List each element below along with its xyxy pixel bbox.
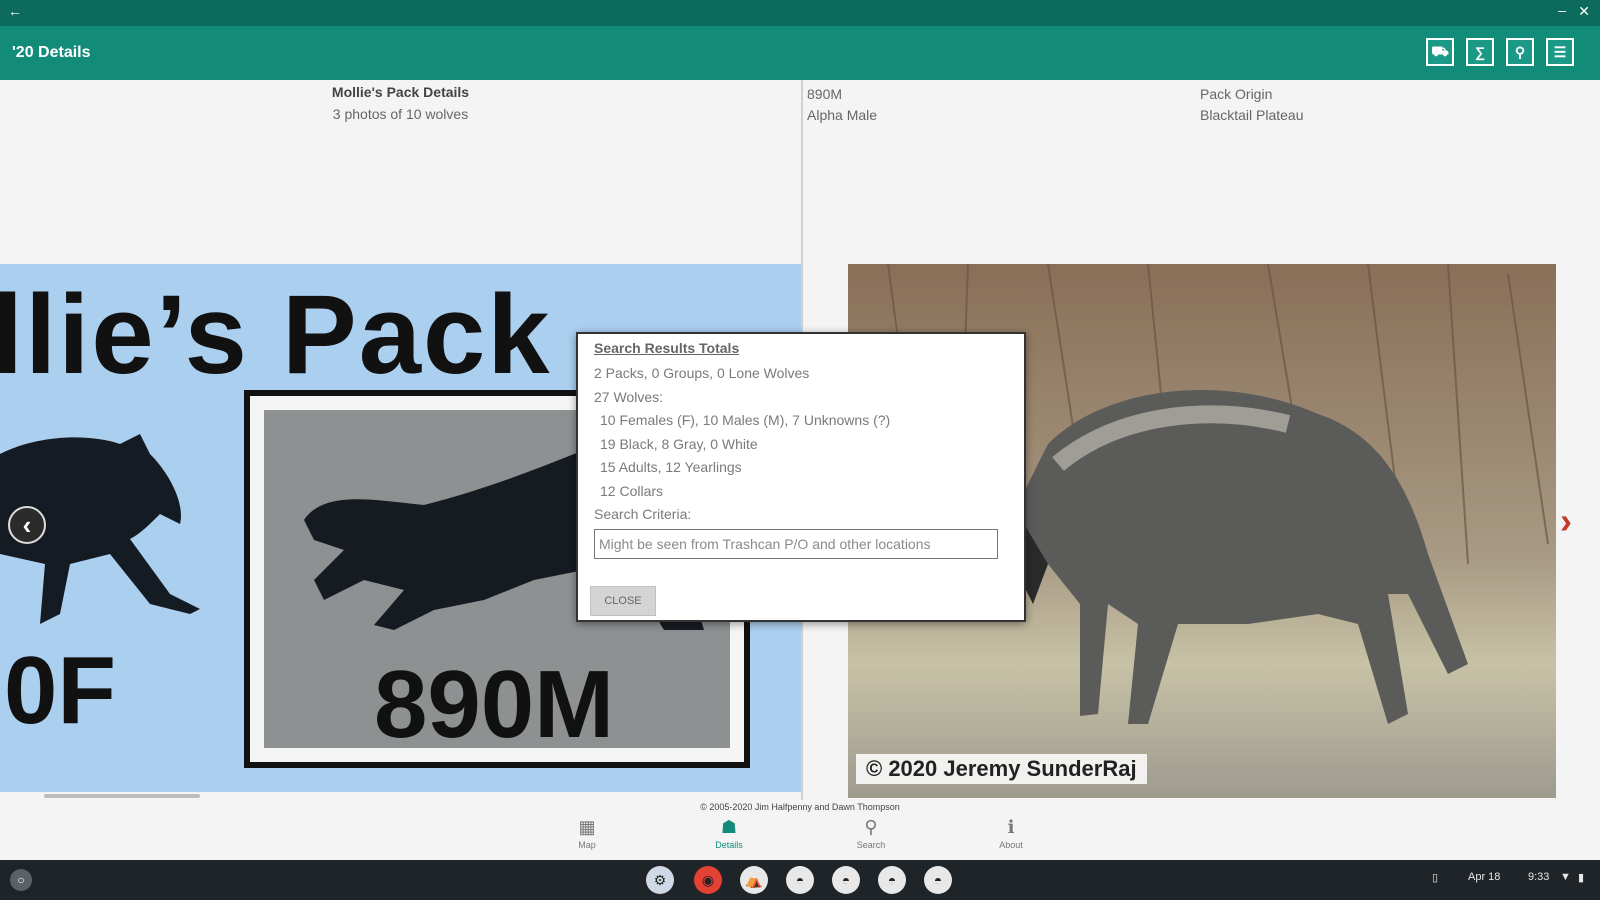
wolf-info: 890M Alpha Male [807, 84, 877, 126]
nav-about-label: About [999, 840, 1023, 850]
dialog-line-sex: 10 Females (F), 10 Males (M), 7 Unknowns… [600, 412, 891, 428]
nav-search[interactable]: ⚲ Search [836, 816, 906, 850]
time-tray[interactable]: 9:33 [1528, 871, 1549, 883]
sum-tool-icon[interactable]: ∑ [1466, 38, 1494, 66]
next-photo-icon[interactable]: › [1560, 500, 1572, 542]
nav-about[interactable]: ℹ About [976, 816, 1046, 850]
app-bar: '20 Details ⛟ ∑ ⚲ ☰ [0, 26, 1600, 80]
back-arrow-icon[interactable]: ← [8, 3, 22, 19]
pack-origin-label: Pack Origin [1200, 86, 1273, 102]
search-icon: ⚲ [864, 817, 878, 837]
app-window: ← – ✕ '20 Details ⛟ ∑ ⚲ ☰ Mollie's Pack … [0, 0, 1600, 900]
window-title-strip: ← – ✕ [0, 0, 1600, 26]
nav-map-label: Map [578, 840, 596, 850]
pack-title: Mollie's Pack Details [331, 84, 470, 100]
map-tool-icon[interactable]: ⛟ [1426, 38, 1454, 66]
details-icon: ☗ [720, 817, 738, 837]
pack-origin: Pack Origin Blacktail Plateau [1200, 84, 1304, 126]
dialog-criteria-label: Search Criteria: [594, 506, 692, 522]
close-button[interactable]: CLOSE [590, 586, 656, 616]
chrome-app-icon[interactable]: ◉ [694, 866, 722, 894]
partial-code-graphic: 0F [4, 637, 117, 744]
map-icon: ▦ [578, 817, 596, 837]
battery-icon: ▮ [1578, 872, 1585, 884]
dialog-line-wolves: 27 Wolves: [594, 388, 663, 405]
dialog-line-color: 19 Black, 8 Gray, 0 White [600, 435, 758, 452]
wolf-role: Alpha Male [807, 107, 878, 123]
pack-header: Mollie's Pack Details 3 photos of 10 wol… [0, 80, 801, 122]
search-criteria-field[interactable] [594, 528, 998, 559]
launcher-icon[interactable]: ○ [10, 869, 32, 891]
dialog-line-packs: 2 Packs, 0 Groups, 0 Lone Wolves [594, 365, 810, 381]
pack-subtitle: 3 photos of 10 wolves [332, 106, 469, 122]
page-title: '20 Details [12, 44, 91, 61]
nav-map[interactable]: ▦ Map [552, 816, 622, 850]
dialog-line-age: 15 Adults, 12 Yearlings [600, 459, 742, 475]
search-results-dialog: Search Results Totals 2 Packs, 0 Groups,… [576, 332, 1026, 622]
search-tool-icon[interactable]: ⚲ [1506, 38, 1534, 66]
app-icon-4[interactable]: ◓ [786, 866, 814, 894]
app-icon-5[interactable]: ◓ [832, 866, 860, 894]
pack-origin-value: Blacktail Plateau [1200, 107, 1304, 123]
photo-credit: © 2020 Jeremy SunderRaj [856, 754, 1147, 784]
os-shelf: ○ ⚙ ◉ ⛺ ◓ ◓ ◓ ◓ ▯ Apr 18 9:33 ▼ ▮ [0, 860, 1600, 900]
copyright-text: © 2005-2020 Jim Halfpenny and Dawn Thomp… [700, 802, 900, 812]
wolf-app-icon[interactable]: ⛺ [740, 866, 768, 894]
settings-app-icon[interactable]: ⚙ [646, 866, 674, 894]
nav-details[interactable]: ☗ Details [694, 816, 764, 850]
close-window-icon[interactable]: ✕ [1578, 3, 1590, 20]
app-icon-7[interactable]: ◓ [924, 866, 952, 894]
list-tool-icon[interactable]: ☰ [1546, 38, 1574, 66]
wifi-icon: ▼ [1560, 871, 1571, 883]
horizontal-scrollbar[interactable] [44, 794, 200, 798]
wolf-id: 890M [807, 86, 843, 102]
app-icon-6[interactable]: ◓ [878, 866, 906, 894]
dialog-line-collars: 12 Collars [600, 482, 664, 499]
previous-photo-button[interactable]: ‹ [8, 506, 46, 544]
minimize-icon[interactable]: – [1558, 2, 1566, 18]
pack-graphic-title: llie’s Pack [0, 272, 552, 397]
info-icon: ℹ [1007, 817, 1015, 837]
date-tray[interactable]: Apr 18 [1468, 871, 1500, 883]
dialog-title: Search Results Totals [594, 340, 740, 356]
phone-icon[interactable]: ▯ [1432, 871, 1438, 884]
wolf-code-graphic: 890M [374, 651, 615, 758]
nav-search-label: Search [856, 840, 886, 850]
bottom-navigation: ▦ Map ☗ Details ⚲ Search ℹ About [0, 812, 1600, 860]
nav-details-label: Details [715, 840, 743, 850]
